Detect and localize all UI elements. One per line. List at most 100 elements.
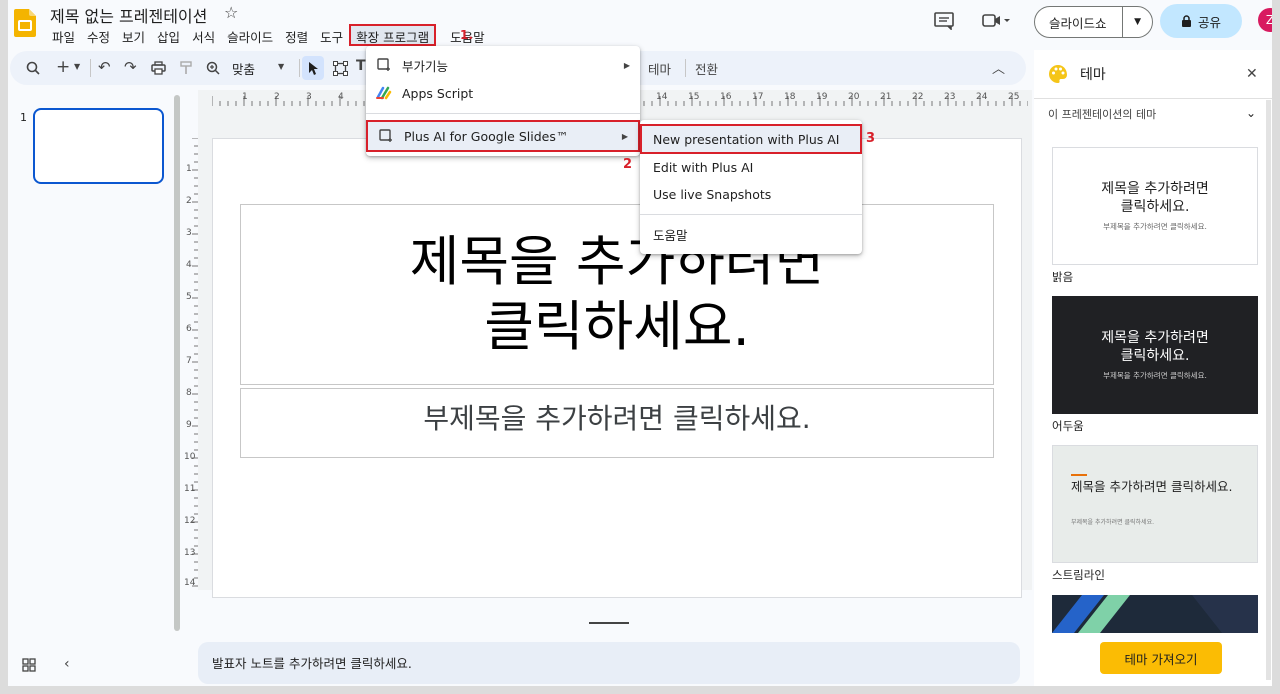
theme-card-light[interactable]: 제목을 추가하려면 클릭하세요. 부제목을 추가하려면 클릭하세요. — [1052, 147, 1258, 265]
grid-view-icon[interactable] — [22, 658, 36, 672]
panel-scrollbar[interactable] — [1266, 100, 1271, 680]
menu-item-edit-with-plus-ai[interactable]: Edit with Plus AI — [640, 154, 862, 180]
frame-select-icon[interactable] — [333, 61, 348, 76]
collapse-toolbar-icon[interactable]: ︿ — [992, 58, 1005, 77]
ruler-h-label: 21 — [880, 92, 892, 102]
step-1-annotation: 1. — [460, 28, 473, 42]
panel-divider — [1034, 98, 1272, 99]
menu-extensions[interactable]: 확장 프로그램 — [349, 24, 437, 46]
zoom-select[interactable]: 맞춤 — [232, 59, 255, 78]
notes-resize-handle[interactable] — [589, 622, 629, 624]
theme-card-streamline[interactable]: 제목을 추가하려면 클릭하세요. 부제목을 추가하려면 클릭하세요. — [1052, 445, 1258, 563]
ruler-h-label: 2 — [274, 92, 280, 102]
ruler-h-label: 1 — [242, 92, 248, 102]
theme-card-dark[interactable]: 제목을 추가하려면 클릭하세요. 부제목을 추가하려면 클릭하세요. — [1052, 296, 1258, 414]
submenu-arrow-icon: ▶ — [621, 131, 628, 141]
slideshow-button[interactable]: 슬라이드쇼 ▼ — [1034, 6, 1153, 38]
chevron-down-icon[interactable]: ▼ — [1122, 7, 1152, 37]
menu-view[interactable]: 보기 — [116, 24, 151, 46]
paint-format-icon[interactable] — [180, 61, 192, 75]
plus-ai-submenu: New presentation with Plus AI Edit with … — [640, 120, 862, 254]
menu-file[interactable]: 파일 — [46, 24, 81, 46]
ruler-v-label: 13 — [184, 548, 196, 558]
undo-icon[interactable]: ↶ — [98, 58, 111, 76]
ruler-v-label: 9 — [186, 420, 192, 430]
chevron-left-icon[interactable]: ‹ — [64, 656, 70, 672]
cursor-icon[interactable] — [308, 61, 319, 75]
ruler-v-label: 4 — [186, 260, 192, 270]
title-placeholder[interactable]: 제목을 추가하려면 클릭하세요. — [240, 204, 994, 385]
menu-bar: 파일 수정 보기 삽입 서식 슬라이드 정렬 도구 확장 프로그램 도움말 — [46, 24, 491, 46]
ruler-v-label: 6 — [186, 324, 192, 334]
print-icon[interactable] — [151, 61, 166, 75]
ruler-v-label: 12 — [184, 516, 196, 526]
filmstrip-scrollbar[interactable] — [174, 95, 180, 631]
menu-edit[interactable]: 수정 — [81, 24, 116, 46]
ruler-h-label: 4 — [338, 92, 344, 102]
comment-icon[interactable] — [934, 12, 954, 30]
submenu-arrow-icon: ▶ — [623, 60, 630, 70]
share-label: 공유 — [1197, 14, 1221, 30]
vertical-ruler-labels: 1 2 3 4 5 6 7 8 9 10 11 12 13 14 — [184, 138, 198, 592]
zoom-dropdown-icon[interactable]: ▼ — [278, 62, 284, 71]
theme-card-title: 제목을 추가하려면 클릭하세요. — [1101, 180, 1209, 215]
menu-divider — [640, 214, 862, 215]
theme-name: 어두움 — [1052, 419, 1084, 433]
speaker-notes[interactable]: 발표자 노트를 추가하려면 클릭하세요. — [198, 642, 1020, 684]
avatar[interactable]: Z — [1258, 8, 1272, 32]
menu-item-label: 부가기능 — [402, 58, 449, 74]
menu-item-apps-script[interactable]: Apps Script — [366, 79, 640, 107]
menu-tools[interactable]: 도구 — [314, 24, 349, 46]
slide-thumbnail[interactable] — [33, 108, 164, 184]
search-icon[interactable] — [26, 61, 40, 75]
theme-card-next[interactable] — [1052, 595, 1258, 633]
meet-icon[interactable] — [982, 14, 1010, 28]
theme-button[interactable]: 테마 — [648, 59, 671, 78]
ruler-v-label: 7 — [186, 356, 192, 366]
ruler-h-label: 17 — [752, 92, 764, 102]
subtitle-placeholder[interactable]: 부제목을 추가하려면 클릭하세요. — [240, 388, 994, 458]
new-slide-icon[interactable]: + — [56, 57, 70, 77]
slides-logo-icon[interactable] — [14, 9, 36, 37]
theme-name: 밝음 — [1052, 270, 1074, 284]
new-slide-dropdown-icon[interactable]: ▼ — [74, 62, 80, 71]
close-icon[interactable]: ✕ — [1246, 66, 1258, 82]
ruler-h-label: 18 — [784, 92, 796, 102]
ruler-h-label: 20 — [848, 92, 860, 102]
theme-card-subtitle: 부제목을 추가하려면 클릭하세요. — [1103, 222, 1207, 232]
redo-icon[interactable]: ↷ — [124, 58, 137, 76]
menu-slide[interactable]: 슬라이드 — [221, 24, 279, 46]
textbox-icon[interactable]: T — [356, 58, 366, 74]
ruler-h-label: 22 — [912, 92, 924, 102]
ruler-v-label: 1 — [186, 164, 192, 174]
step-3-annotation: 3 — [866, 131, 876, 146]
toolbar-divider — [90, 59, 91, 77]
theme-card-title: 제목을 추가하려면 클릭하세요. — [1101, 329, 1209, 364]
ruler-h-label: 23 — [944, 92, 956, 102]
app-window: 제목 없는 프레젠테이션 ☆ 파일 수정 보기 삽입 서식 슬라이드 정렬 도구… — [8, 0, 1272, 686]
menu-item-plus-ai[interactable]: Plus AI for Google Slides™ ▶ — [366, 120, 640, 152]
theme-accent-bar — [1071, 474, 1087, 476]
ruler-v-label: 14 — [184, 578, 196, 588]
star-icon[interactable]: ☆ — [224, 3, 238, 22]
zoom-icon[interactable] — [206, 61, 220, 75]
ruler-h-label: 15 — [688, 92, 700, 102]
transition-button[interactable]: 전환 — [695, 59, 718, 78]
import-theme-button[interactable]: 테마 가져오기 — [1100, 642, 1222, 674]
share-button[interactable]: 공유 — [1160, 4, 1242, 38]
step-2-annotation: 2 — [623, 157, 633, 172]
menu-item-new-presentation[interactable]: New presentation with Plus AI — [640, 124, 862, 154]
menu-item-live-snapshots[interactable]: Use live Snapshots — [640, 181, 862, 207]
menu-item-addons[interactable]: 부가기능 ▶ — [366, 51, 640, 79]
menu-item-help[interactable]: 도움말 — [640, 221, 862, 247]
title-line-2: 클릭하세요. — [484, 294, 750, 358]
panel-subtitle: 이 프레젠테이션의 테마 — [1048, 108, 1157, 121]
menu-format[interactable]: 서식 — [186, 24, 221, 46]
ruler-h-label: 24 — [976, 92, 988, 102]
menu-insert[interactable]: 삽입 — [151, 24, 186, 46]
theme-preview-shapes — [1052, 595, 1258, 633]
chevron-down-icon[interactable]: ⌄ — [1246, 106, 1256, 120]
menu-divider — [366, 113, 640, 114]
menu-arrange[interactable]: 정렬 — [279, 24, 314, 46]
palette-icon — [1049, 65, 1067, 83]
